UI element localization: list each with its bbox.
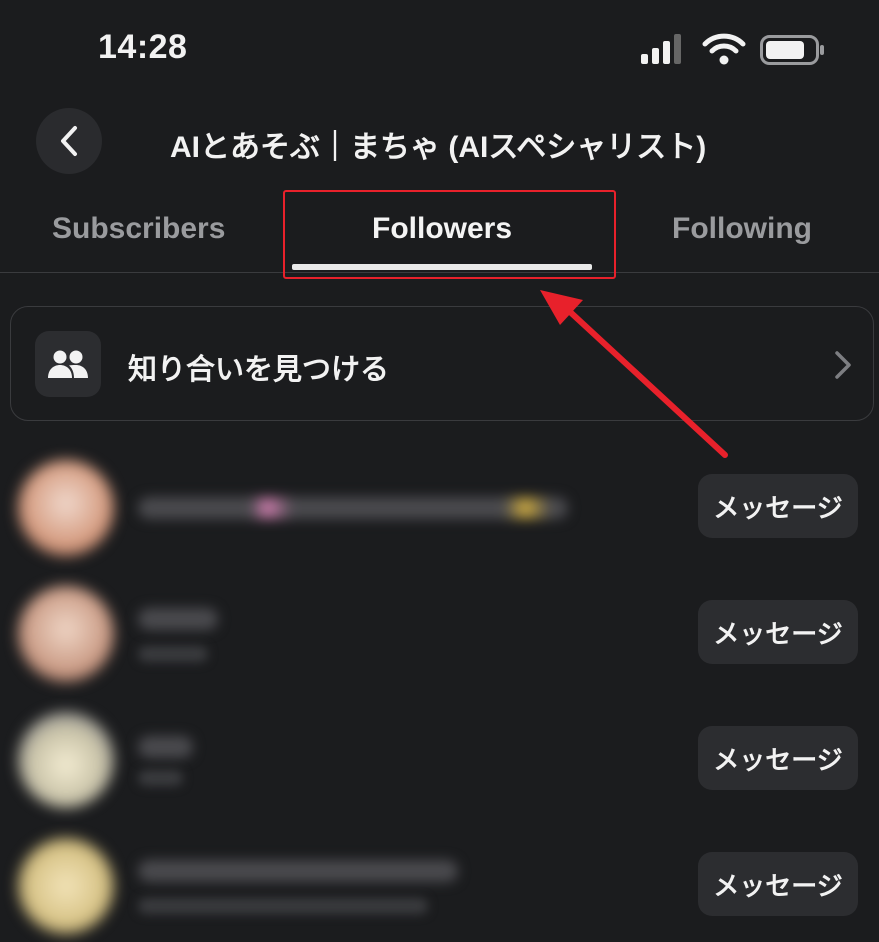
redacted-subtitle	[138, 898, 428, 914]
annotation-highlight-box	[283, 190, 616, 279]
chevron-left-icon	[61, 126, 77, 156]
tab-following[interactable]: Following	[672, 212, 812, 246]
redacted-subtitle	[138, 770, 183, 786]
people-icon	[35, 331, 101, 397]
redacted-name	[138, 497, 568, 519]
redacted-name	[138, 860, 458, 882]
header: AIとあそぶ｜まちゃ (AIスペシャリスト)	[0, 100, 879, 184]
redacted-name	[138, 608, 218, 630]
avatar[interactable]	[18, 838, 114, 934]
message-button[interactable]: メッセージ	[698, 474, 858, 538]
avatar[interactable]	[18, 460, 114, 556]
tab-subscribers[interactable]: Subscribers	[52, 212, 225, 246]
follower-row: メッセージ	[0, 704, 879, 814]
find-contacts-label: 知り合いを見つける	[128, 354, 390, 386]
back-button[interactable]	[36, 108, 102, 174]
chevron-right-icon	[835, 351, 851, 379]
find-contacts-card[interactable]: 知り合いを見つける	[10, 306, 874, 421]
follower-row: メッセージ	[0, 452, 879, 562]
redacted-subtitle	[138, 646, 208, 662]
avatar[interactable]	[18, 712, 114, 808]
follower-row: メッセージ	[0, 578, 879, 688]
message-button[interactable]: メッセージ	[698, 600, 858, 664]
status-bar: 14:28	[0, 0, 879, 100]
message-button[interactable]: メッセージ	[698, 726, 858, 790]
message-button[interactable]: メッセージ	[698, 852, 858, 916]
wifi-icon	[702, 33, 746, 65]
battery-icon	[760, 35, 824, 65]
status-time: 14:28	[98, 28, 188, 66]
avatar[interactable]	[18, 586, 114, 682]
redacted-name	[138, 736, 193, 758]
cellular-signal-icon	[641, 34, 681, 64]
follower-row: メッセージ	[0, 830, 879, 940]
page-title: AIとあそぶ｜まちゃ (AIスペシャリスト)	[170, 131, 707, 164]
